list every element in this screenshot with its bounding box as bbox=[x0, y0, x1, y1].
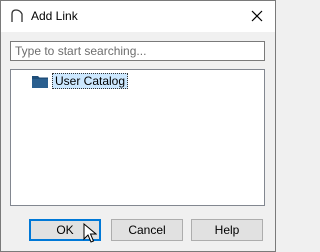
folder-icon bbox=[32, 74, 48, 88]
help-button[interactable]: Help bbox=[191, 219, 263, 241]
app-icon bbox=[10, 9, 24, 23]
search-input[interactable] bbox=[10, 41, 265, 61]
cancel-button[interactable]: Cancel bbox=[111, 219, 183, 241]
title-bar[interactable]: Add Link bbox=[1, 1, 275, 32]
catalog-tree[interactable]: User Catalog bbox=[10, 69, 265, 206]
mouse-cursor-icon bbox=[83, 223, 97, 243]
tree-item-label: User Catalog bbox=[52, 73, 129, 89]
add-link-dialog: Add Link User Catalog OK Cancel Help bbox=[0, 0, 276, 252]
tree-item-user-catalog[interactable]: User Catalog bbox=[32, 72, 129, 90]
close-icon bbox=[251, 10, 263, 22]
window-title: Add Link bbox=[31, 9, 78, 23]
close-button[interactable] bbox=[239, 1, 275, 32]
